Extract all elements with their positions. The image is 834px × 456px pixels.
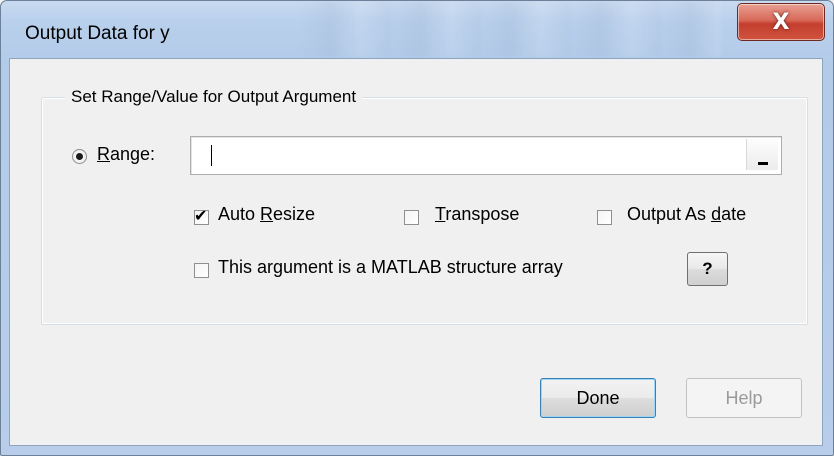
range-input[interactable] <box>190 136 782 175</box>
dialog-body: Set Range/Value for Output Argument Rang… <box>9 58 823 446</box>
structure-array-label: This argument is a MATLAB structure arra… <box>218 257 563 277</box>
output-as-date-label-post: ate <box>721 204 747 224</box>
help-button[interactable]: Help <box>686 378 802 418</box>
range-collapse-button[interactable] <box>746 139 778 170</box>
transpose-checkbox[interactable] <box>404 210 419 225</box>
done-button[interactable]: Done <box>540 378 656 418</box>
dialog-window: Output Data for y X Set Range/Value for … <box>0 0 834 456</box>
checkmark-icon: ✔ <box>194 206 208 225</box>
text-caret <box>211 145 212 166</box>
output-as-date-checkbox[interactable] <box>597 210 612 225</box>
title-bar[interactable]: Output Data for y X <box>1 1 833 59</box>
collapse-icon <box>758 162 768 165</box>
auto-resize-label: Auto Resize <box>218 204 315 225</box>
output-argument-group: Set Range/Value for Output Argument Rang… <box>41 87 808 325</box>
group-title: Set Range/Value for Output Argument <box>65 87 363 107</box>
window-title: Output Data for y <box>25 23 170 44</box>
output-as-date-label-pre: Output As <box>627 204 712 224</box>
argument-help-button[interactable]: ? <box>687 252 728 286</box>
range-label-rest: ange: <box>110 144 156 164</box>
output-as-date-accesskey: d <box>711 204 722 224</box>
range-label-accesskey: R <box>97 144 110 164</box>
transpose-label: Transpose <box>435 204 519 225</box>
close-icon: X <box>772 9 790 35</box>
auto-resize-accesskey: R <box>260 204 274 224</box>
auto-resize-checkbox[interactable]: ✔ <box>194 206 209 225</box>
range-radio[interactable] <box>72 149 87 164</box>
output-as-date-label: Output As date <box>627 204 746 225</box>
structure-array-checkbox[interactable] <box>194 263 209 278</box>
transpose-label-post: ranspose <box>445 204 520 224</box>
range-label: Range: <box>97 144 155 165</box>
title-bar-glass <box>301 1 721 57</box>
transpose-accesskey: T <box>435 204 446 224</box>
auto-resize-label-pre: Auto <box>218 204 261 224</box>
radio-selected-dot <box>76 153 83 160</box>
auto-resize-label-post: esize <box>273 204 316 224</box>
close-button[interactable]: X <box>737 3 825 41</box>
